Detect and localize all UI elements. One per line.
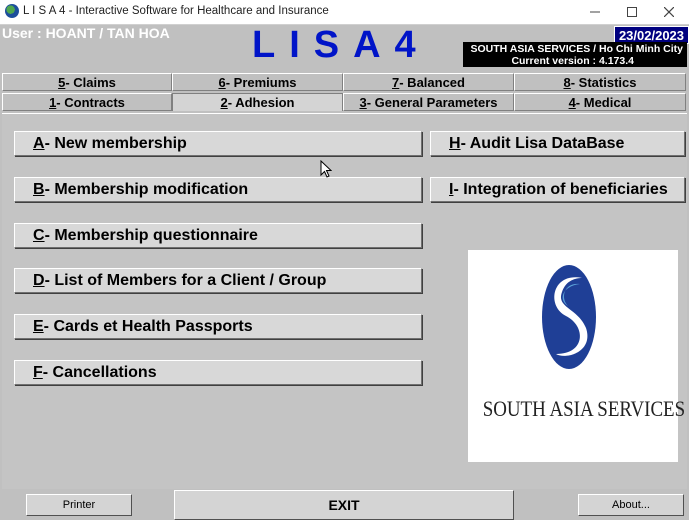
tab-key: 5 [58, 74, 66, 90]
tab-label: - General Parameters [366, 94, 498, 110]
button-label: - Integration of beneficiaries [453, 180, 668, 198]
tab-key: 1 [49, 94, 57, 110]
printer-button[interactable]: Printer [26, 494, 132, 516]
minimize-icon[interactable] [577, 0, 613, 24]
mouse-cursor-icon [320, 160, 332, 178]
tab-premiums[interactable]: 6 - Premiums [172, 73, 343, 91]
window-title: L I S A 4 - Interactive Software for Hea… [23, 5, 329, 17]
tab-key: 4 [568, 94, 576, 110]
lisa-logo: LISA4 [252, 24, 430, 66]
south-asia-services-logo: SOUTH ASIA SERVICES [468, 250, 686, 462]
button-label: - Cancellations [42, 363, 157, 381]
shortcut-key: B [33, 180, 45, 198]
tab-general-parameters[interactable]: 3 - General Parameters [343, 93, 514, 111]
button-label: - New membership [44, 134, 187, 152]
user-label: User : HOANT / TAN HOA [2, 25, 170, 41]
tab-contracts[interactable]: 1 - Contracts [2, 93, 172, 111]
button-label: - List of Members for a Client / Group [44, 271, 327, 289]
window-titlebar: L I S A 4 - Interactive Software for Hea… [0, 0, 689, 25]
cancellations-button[interactable]: F - Cancellations [14, 360, 422, 385]
tab-statistics[interactable]: 8 - Statistics [514, 73, 686, 91]
tab-label: - Statistics [570, 74, 637, 90]
shortcut-key: D [33, 271, 45, 289]
shortcut-key: E [33, 317, 44, 335]
version-label: Current version : 4.173.4 [511, 55, 634, 67]
tab-key: 6 [218, 74, 226, 90]
shortcut-key: F [33, 363, 43, 381]
tab-adhesion[interactable]: 2 - Adhesion [172, 93, 343, 111]
about-button[interactable]: About... [578, 494, 684, 516]
button-label: - Audit Lisa DataBase [460, 134, 625, 152]
tab-label: - Premiums [225, 74, 297, 90]
tab-row-top: 5 - Claims 6 - Premiums 7 - Balanced 8 -… [2, 73, 686, 93]
new-membership-button[interactable]: A - New membership [14, 131, 422, 156]
tab-claims[interactable]: 5 - Claims [2, 73, 172, 91]
tab-key: 2 [220, 95, 228, 110]
audit-lisa-database-button[interactable]: H - Audit Lisa DataBase [430, 131, 685, 156]
list-of-members-button[interactable]: D - List of Members for a Client / Group [14, 268, 422, 293]
tab-label: - Medical [575, 94, 632, 110]
tab-label: - Claims [65, 74, 116, 90]
maximize-icon[interactable] [614, 0, 650, 24]
button-label: - Cards et Health Passports [43, 317, 253, 335]
tab-label: - Contracts [56, 94, 125, 110]
integration-of-beneficiaries-button[interactable]: I - Integration of beneficiaries [430, 177, 685, 202]
tab-key: 3 [359, 94, 367, 110]
company-logo-text: SOUTH ASIA SERVICES [482, 396, 686, 421]
button-label: - Membership questionnaire [44, 226, 258, 244]
membership-questionnaire-button[interactable]: C - Membership questionnaire [14, 223, 422, 248]
company-emblem-icon [542, 265, 596, 369]
tab-key: 7 [392, 74, 400, 90]
close-icon[interactable] [651, 0, 687, 24]
company-info: SOUTH ASIA SERVICES / Ho Chi Minh City C… [463, 42, 687, 67]
tab-balanced[interactable]: 7 - Balanced [343, 73, 514, 91]
button-label: - Membership modification [44, 180, 249, 198]
tab-label: - Adhesion [227, 95, 295, 110]
shortcut-key: H [449, 134, 461, 152]
app-icon [5, 4, 19, 18]
tab-medical[interactable]: 4 - Medical [514, 93, 686, 111]
membership-modification-button[interactable]: B - Membership modification [14, 177, 422, 202]
tab-key: 8 [563, 74, 571, 90]
tab-row-bottom: 1 - Contracts 2 - Adhesion 3 - General P… [2, 93, 686, 113]
tab-label: - Balanced [399, 74, 465, 90]
shortcut-key: C [33, 226, 45, 244]
shortcut-key: A [33, 134, 45, 152]
exit-button[interactable]: EXIT [174, 490, 514, 520]
cards-health-passports-button[interactable]: E - Cards et Health Passports [14, 314, 422, 339]
company-name: SOUTH ASIA SERVICES / Ho Chi Minh City [470, 43, 683, 55]
